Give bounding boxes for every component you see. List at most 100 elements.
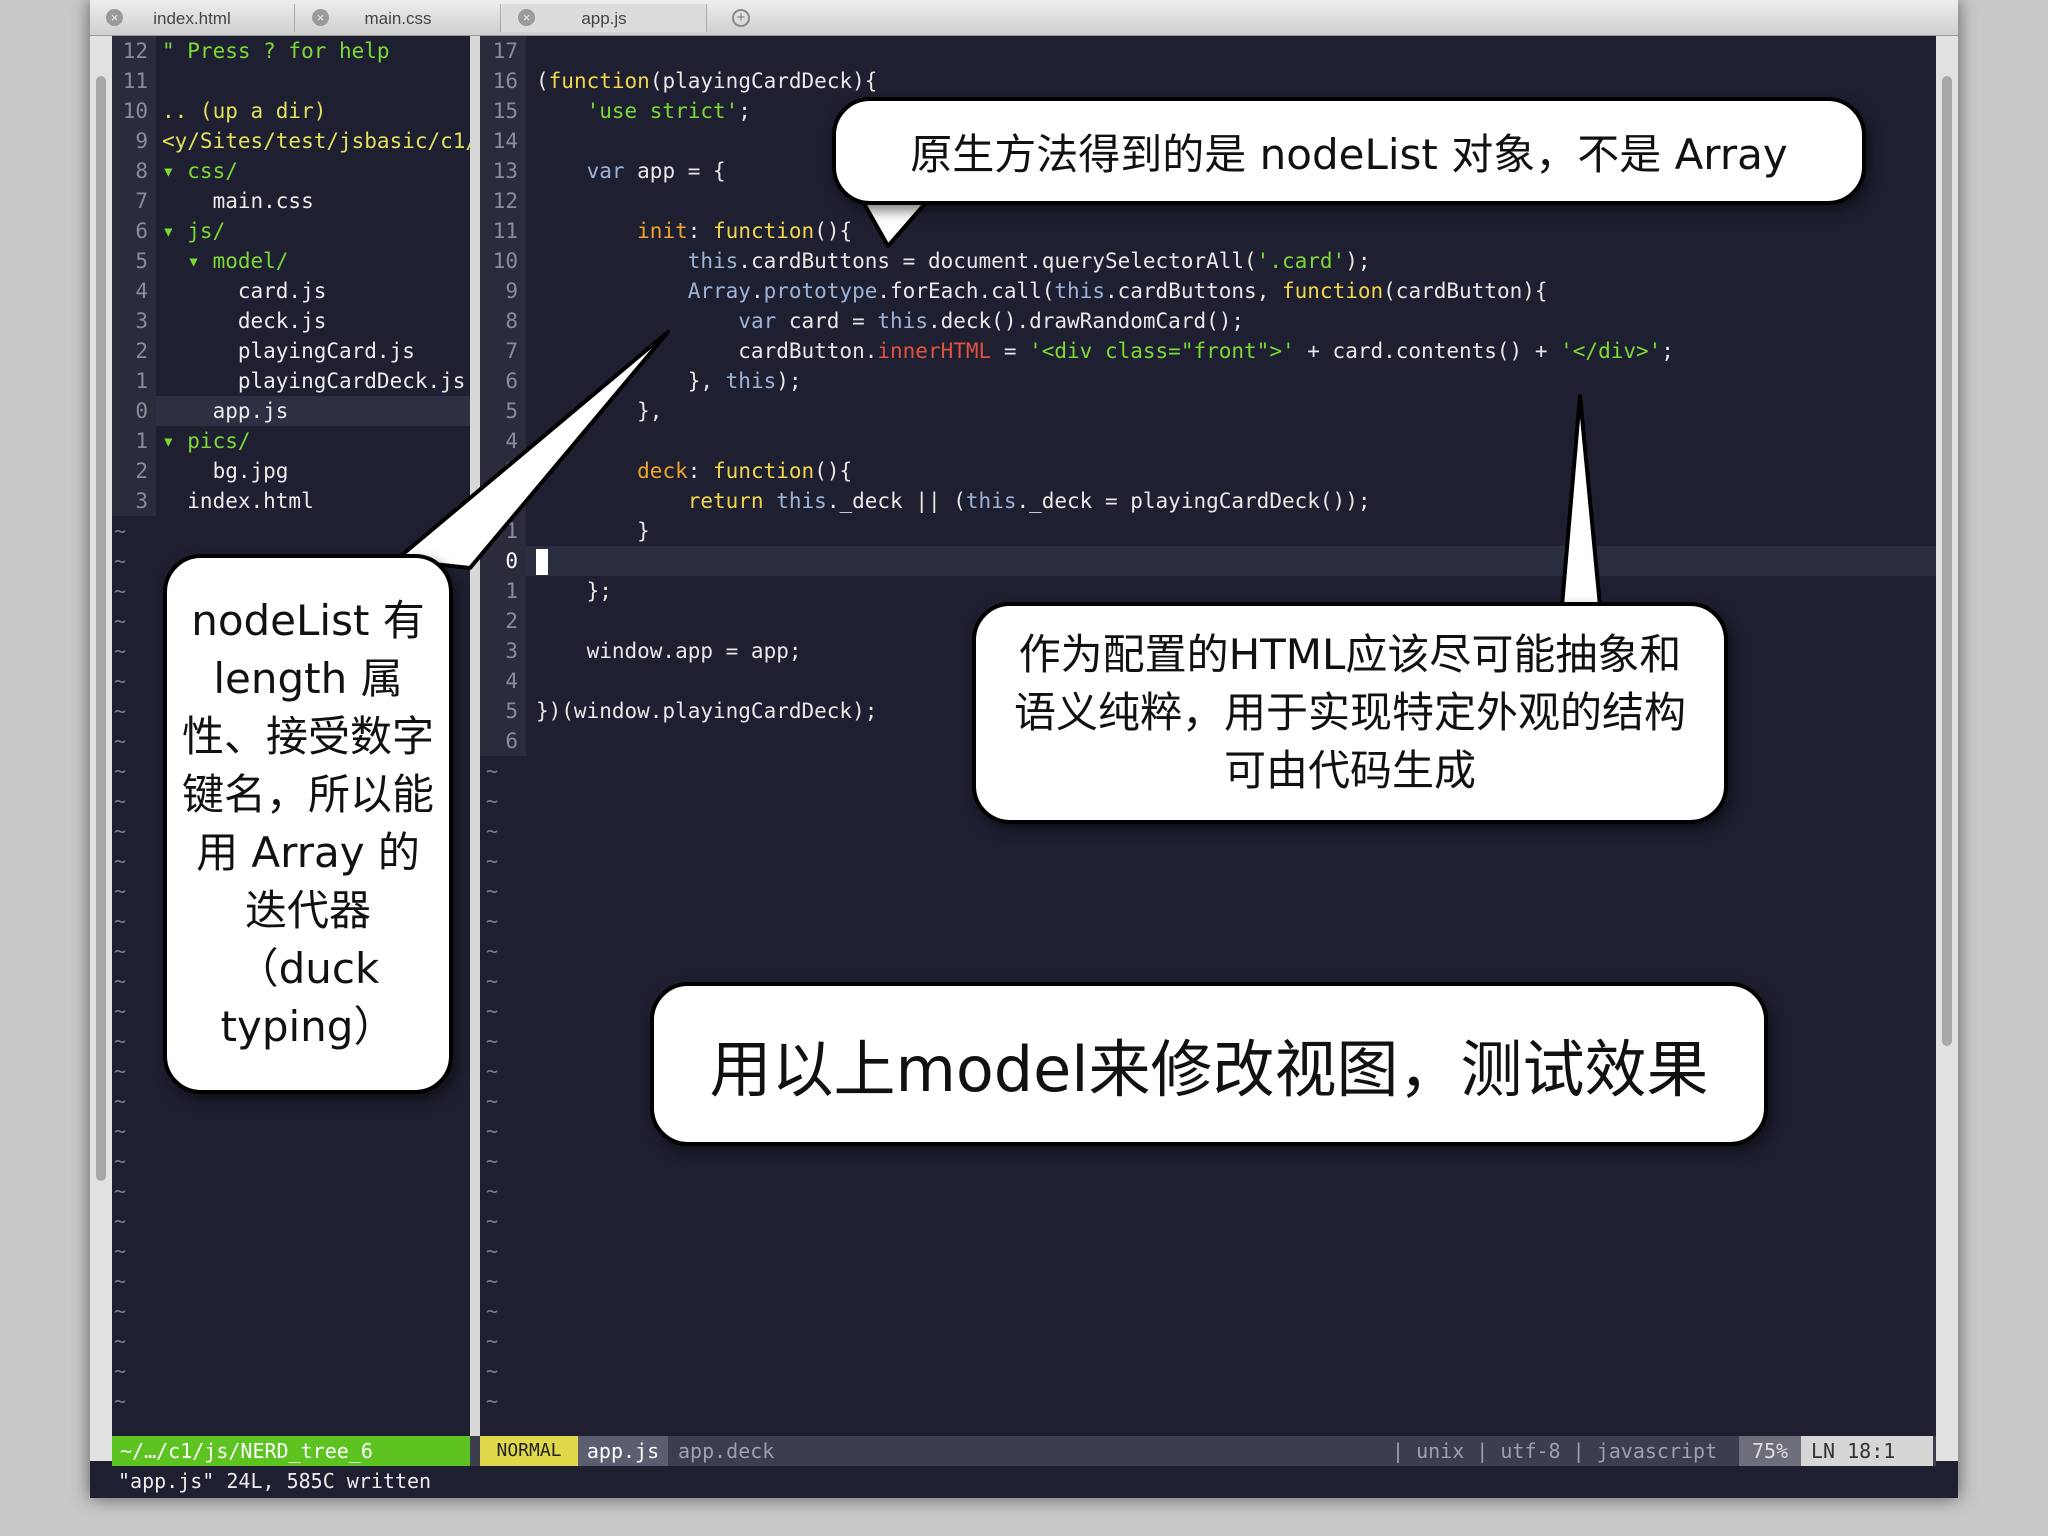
status-line: ~/…/c1/js/NERD_tree_6 NORMAL app.js app.… — [112, 1436, 1936, 1466]
pane-divider[interactable] — [470, 36, 480, 1436]
tree-entry: deck.js — [162, 309, 327, 333]
line-number: 16 — [480, 66, 526, 96]
code-token: init — [637, 219, 688, 243]
code-line[interactable]: 11 init: function(){ — [480, 216, 1936, 246]
tree-entry: ▾ model/ — [162, 249, 289, 273]
code-line[interactable]: 5 }, — [480, 396, 1936, 426]
tab-main-css[interactable]: × main.css — [296, 4, 501, 32]
line-number: 8 — [480, 306, 526, 336]
empty-line-tilde: ~ — [114, 549, 127, 573]
line-number: 13 — [480, 156, 526, 186]
add-tab-icon[interactable]: + — [732, 9, 750, 27]
code-line[interactable]: 1 } — [480, 516, 1936, 546]
scrollbar-thumb[interactable] — [1942, 76, 1952, 1046]
tree-row[interactable]: 5 ▾ model/ — [112, 246, 470, 276]
tree-entry: ▾ css/ — [162, 159, 238, 183]
empty-line-tilde: ~ — [114, 639, 127, 663]
code-token: (){ — [814, 459, 853, 483]
empty-line-tilde: ~ — [486, 1299, 499, 1323]
tree-entry: ▾ pics/ — [162, 429, 251, 453]
code-token: .deck().drawRandomCard(); — [927, 309, 1245, 333]
tab-index-html[interactable]: × index.html — [90, 4, 295, 32]
tree-row[interactable]: 1 ▾ pics/ — [112, 426, 470, 456]
code-line[interactable]: 9 Array.prototype.forEach.call(this.card… — [480, 276, 1936, 306]
tree-row[interactable]: 9 <y/Sites/test/jsbasic/c1/ — [112, 126, 478, 156]
nerdtree-status: ~/…/c1/js/NERD_tree_6 — [112, 1436, 470, 1466]
tree-row[interactable]: 2 playingCard.js — [112, 336, 470, 366]
tab-app-js[interactable]: × app.js — [502, 4, 707, 32]
code-line[interactable]: 17 — [480, 36, 1936, 66]
code-token: '</div>' — [1560, 339, 1662, 363]
line-number: 7 — [480, 336, 526, 366]
code-text: Array.prototype.forEach.call(this.cardBu… — [536, 276, 1548, 306]
tree-entry: playingCardDeck.js — [162, 369, 466, 393]
empty-line-tilde: ~ — [486, 819, 499, 843]
tree-row[interactable]: 1 playingCardDeck.js — [112, 366, 470, 396]
tree-row[interactable]: 0 app.js — [112, 396, 470, 426]
code-line[interactable]: 8 var card = this.deck().drawRandomCard(… — [480, 306, 1936, 336]
tree-row[interactable]: 3 index.html — [112, 486, 470, 516]
code-token: var — [738, 309, 777, 333]
code-text: }, this); — [536, 366, 802, 396]
line-number: 0 — [480, 546, 526, 576]
code-token: }; — [536, 579, 612, 603]
code-line[interactable]: 7 cardButton.innerHTML = '<div class="fr… — [480, 336, 1936, 366]
empty-line-tilde: ~ — [486, 1359, 499, 1383]
tree-entry: main.css — [162, 189, 314, 213]
empty-line-tilde: ~ — [114, 1179, 127, 1203]
tree-row[interactable]: 3 deck.js — [112, 306, 470, 336]
command-line[interactable]: "app.js" 24L, 585C written — [112, 1466, 1936, 1496]
code-line[interactable]: 6 }, this); — [480, 366, 1936, 396]
line-number: 6 — [480, 366, 526, 396]
tree-row[interactable]: 8 ▾ css/ — [112, 156, 470, 186]
code-text: var card = this.deck().drawRandomCard(); — [536, 306, 1244, 336]
tree-row[interactable]: 10.. (up a dir) — [112, 96, 470, 126]
scrollbar-left[interactable] — [90, 36, 112, 1461]
code-text: } — [536, 516, 650, 546]
tab-bar: × index.html × main.css × app.js + — [90, 0, 1958, 36]
empty-line-tilde: ~ — [486, 1149, 499, 1173]
code-line[interactable]: 3 deck: function(){ — [480, 456, 1936, 486]
tree-row[interactable]: 6 ▾ js/ — [112, 216, 470, 246]
tree-entry: ▾ js/ — [162, 219, 226, 243]
empty-line-tilde: ~ — [114, 1359, 127, 1383]
code-token: ; — [1661, 339, 1674, 363]
file-name: app.js — [578, 1436, 668, 1466]
code-line[interactable]: 10 this.cardButtons = document.querySele… — [480, 246, 1936, 276]
tree-row[interactable]: 4 card.js — [112, 276, 470, 306]
line-number: 5 — [112, 246, 156, 276]
empty-line-tilde: ~ — [114, 1299, 127, 1323]
empty-line-tilde: ~ — [114, 789, 127, 813]
code-token: this — [776, 489, 827, 513]
tree-row[interactable]: 12 " Press ? for help — [112, 36, 470, 66]
code-line[interactable]: 0 — [480, 546, 1936, 576]
line-number: 12 — [480, 186, 526, 216]
line-number: 2 — [480, 486, 526, 516]
code-line[interactable]: 16 (function(playingCardDeck){ — [480, 66, 1936, 96]
code-token: this — [725, 369, 777, 393]
empty-line-tilde: ~ — [486, 909, 499, 933]
line-number: 3 — [112, 486, 156, 516]
line-number: 1 — [112, 426, 156, 456]
tree-row[interactable]: 11 — [112, 66, 470, 96]
callout-html-semantics: 作为配置的HTML应该尽可能抽象和语义纯粹，用于实现特定外观的结构可由代码生成 — [972, 602, 1728, 824]
code-text: 'use strict'; — [536, 96, 751, 126]
code-token: : — [687, 219, 714, 243]
code-text: return this._deck || (this._deck = playi… — [536, 486, 1371, 516]
code-token: }, — [536, 399, 663, 423]
code-token: ); — [776, 369, 802, 393]
code-line[interactable]: 2 return this._deck || (this._deck = pla… — [480, 486, 1936, 516]
tree-row[interactable]: 2 bg.jpg — [112, 456, 470, 486]
code-token: function — [713, 459, 815, 483]
empty-line-tilde: ~ — [486, 1239, 499, 1263]
line-number: 17 — [480, 36, 526, 66]
line-number: 9 — [480, 276, 526, 306]
scrollbar-thumb[interactable] — [96, 76, 106, 1181]
scrollbar-right[interactable] — [1936, 36, 1958, 1461]
code-line[interactable]: 4 — [480, 426, 1936, 456]
tree-row[interactable]: 7 main.css — [112, 186, 470, 216]
code-text: (function(playingCardDeck){ — [536, 66, 877, 96]
code-token: app = { — [624, 159, 726, 183]
